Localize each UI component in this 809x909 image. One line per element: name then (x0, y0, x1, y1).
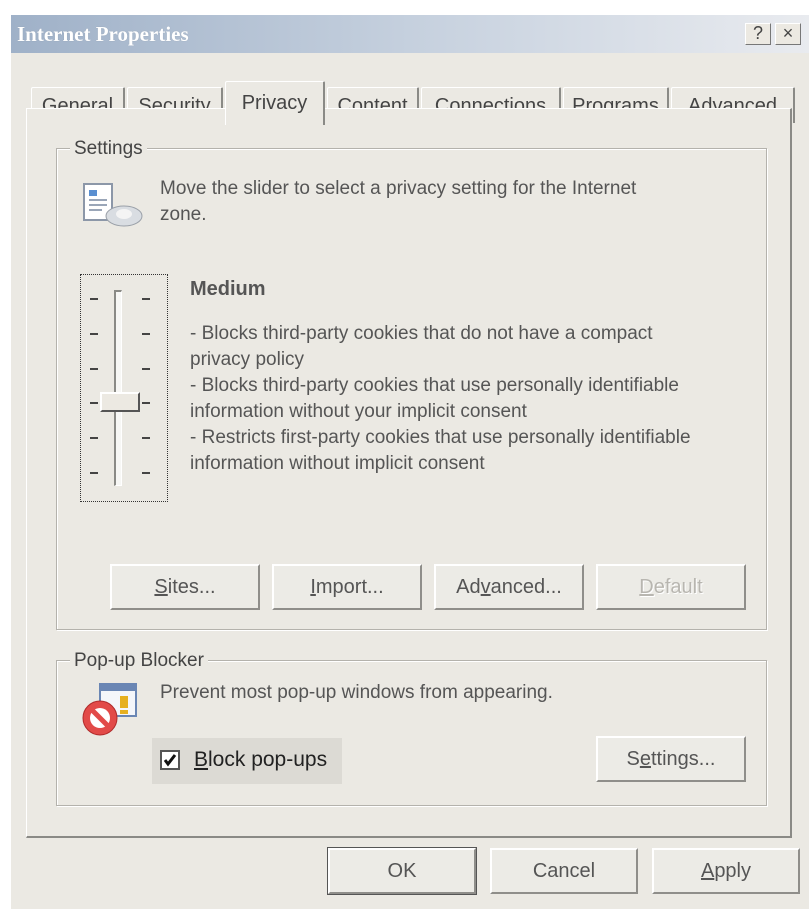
default-button[interactable]: Default (596, 564, 746, 610)
slider-tick (90, 368, 98, 370)
advanced-accelerator: v (480, 576, 491, 598)
block-popups-checkbox[interactable]: Block pop-ups (152, 738, 342, 784)
slider-tick (142, 333, 150, 335)
description-line: information without your implicit consen… (190, 401, 527, 422)
slider-tick (142, 472, 150, 474)
sites-label-post: ites... (167, 576, 216, 598)
apply-label-post: pply (714, 860, 752, 882)
import-button[interactable]: Import... (272, 564, 422, 610)
privacy-slider-track[interactable] (114, 290, 122, 486)
description-line: - Restricts first-party cookies that use… (190, 427, 691, 448)
slider-tick (142, 368, 150, 370)
sites-button[interactable]: Sites... (110, 564, 260, 610)
privacy-level-name: Medium (190, 278, 266, 300)
tab-privacy[interactable]: Privacy (225, 81, 325, 125)
privacy-slider-focus-box (80, 274, 168, 502)
popup-settings-button[interactable]: Settings... (596, 736, 746, 782)
close-button[interactable]: × (775, 23, 801, 45)
popup-settings-accelerator: e (639, 748, 651, 770)
block-popups-label: Block pop-ups (194, 746, 327, 774)
popup-blocker-description: Prevent most pop-up windows from appeari… (160, 682, 553, 703)
advanced-label-pre: Ad (456, 576, 481, 598)
slider-tick (142, 402, 150, 404)
privacy-slider-thumb[interactable] (100, 392, 140, 412)
settings-legend: Settings (70, 138, 147, 160)
settings-instruction-line-1: Move the slider to select a privacy sett… (160, 178, 637, 199)
apply-button[interactable]: Apply (652, 848, 800, 894)
default-accelerator: D (639, 576, 654, 598)
ok-button[interactable]: OK (327, 847, 477, 895)
block-popups-label-post: lock pop-ups (208, 748, 328, 771)
privacy-document-icon (83, 183, 143, 227)
apply-accelerator: A (700, 860, 715, 882)
slider-tick (142, 298, 150, 300)
advanced-label-post: anced... (490, 576, 562, 598)
slider-tick (142, 437, 150, 439)
description-line: privacy policy (190, 349, 305, 370)
help-button[interactable]: ? (745, 23, 771, 45)
slider-tick (90, 472, 98, 474)
default-label-post: efault (653, 576, 703, 598)
description-line: - Blocks third-party cookies that use pe… (190, 375, 679, 396)
window-title: Internet Properties (17, 22, 189, 46)
advanced-button[interactable]: Advanced... (434, 564, 584, 610)
checkmark-icon (163, 754, 177, 767)
slider-tick (90, 333, 98, 335)
privacy-level-description: - Blocks third-party cookies that do not… (190, 321, 691, 477)
description-line: information without implicit consent (190, 453, 485, 474)
cancel-button[interactable]: Cancel (490, 848, 638, 894)
title-bar[interactable]: Internet Properties ? × (11, 15, 809, 53)
popup-settings-label-post: ttings... (650, 748, 716, 770)
sites-accelerator: S (154, 576, 168, 598)
import-label-post: mport... (315, 576, 384, 598)
slider-tick (90, 437, 98, 439)
block-popups-accelerator: B (194, 748, 209, 771)
slider-tick (90, 402, 98, 404)
slider-tick (90, 298, 98, 300)
popup-settings-label-pre: S (626, 748, 640, 770)
popup-blocker-icon (82, 683, 137, 736)
settings-instruction-line-2: zone. (160, 204, 207, 225)
checkbox-box[interactable] (160, 750, 180, 770)
description-line: - Blocks third-party cookies that do not… (190, 323, 653, 344)
popup-blocker-legend: Pop-up Blocker (70, 650, 208, 672)
